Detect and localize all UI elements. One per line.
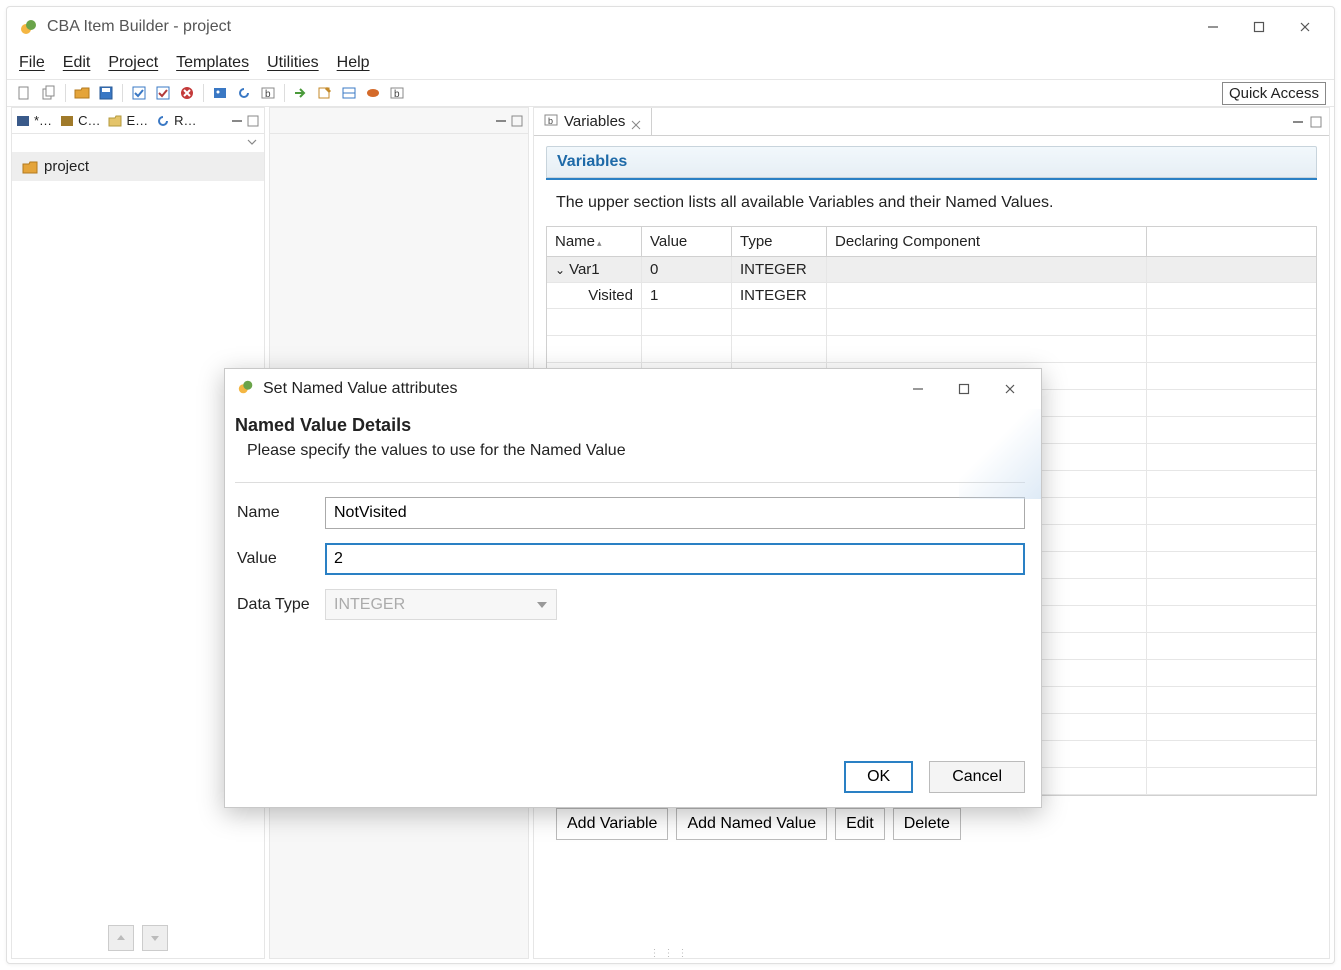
svg-text:b: b [548,116,553,126]
add-variable-button[interactable]: Add Variable [556,808,668,840]
toolbar-check2-icon[interactable] [153,83,173,103]
col-name[interactable]: Name▴ [547,227,642,256]
toolbar-var-b2-icon[interactable]: b [387,83,407,103]
window-title: CBA Item Builder - project [47,18,231,36]
table-row[interactable]: ⌄Var10INTEGER [547,257,1316,283]
menubar: File Edit Project Templates Utilities He… [7,47,1334,79]
dialog-icon [237,378,255,400]
col-type[interactable]: Type [732,227,827,256]
menu-utilities[interactable]: Utilities [267,54,319,72]
left-tabs: *… C… E… R… [12,108,264,134]
toolbar-error-icon[interactable] [177,83,197,103]
svg-text:b: b [265,89,271,100]
toolbar-edit-icon[interactable] [315,83,335,103]
name-input[interactable] [325,497,1025,529]
toolbar-copy-icon[interactable] [39,83,59,103]
label-name: Name [235,504,325,522]
app-icon [19,17,39,37]
section-header: Variables [546,146,1317,178]
nav-down-button[interactable] [142,925,168,951]
left-tab-1[interactable]: *… [12,108,56,133]
dialog-maximize-button[interactable] [941,373,987,405]
add-named-value-button[interactable]: Add Named Value [676,808,827,840]
toolbar: b b Quick Access [7,79,1334,107]
titlebar: CBA Item Builder - project [7,7,1334,47]
tree-item-project[interactable]: project [12,152,264,181]
toolbar-new-icon[interactable] [15,83,35,103]
value-input[interactable] [325,543,1025,575]
dialog-heading: Named Value Details [235,411,1025,442]
datatype-select: INTEGER [325,589,557,620]
menu-project[interactable]: Project [108,54,158,72]
view-menu-icon[interactable] [246,135,258,152]
col-value[interactable]: Value [642,227,732,256]
dialog-minimize-button[interactable] [895,373,941,405]
toolbar-open-icon[interactable] [72,83,92,103]
minimize-view-icon[interactable] [230,114,244,128]
maximize-view2-icon[interactable] [510,114,524,128]
named-value-dialog: Set Named Value attributes Named Value D… [224,368,1042,808]
toolbar-ellipse-icon[interactable] [363,83,383,103]
menu-file[interactable]: File [19,54,45,72]
maximize-button[interactable] [1236,11,1282,43]
col-empty [1147,227,1316,256]
section-description: The upper section lists all available Va… [546,180,1317,222]
dialog-subheading: Please specify the values to use for the… [235,442,1025,478]
variables-tab-icon: b [544,113,558,131]
minimize-view3-icon[interactable] [1291,115,1305,129]
menu-help[interactable]: Help [337,54,370,72]
cancel-button[interactable]: Cancel [929,761,1025,793]
svg-text:b: b [394,89,400,100]
toolbar-save-icon[interactable] [96,83,116,103]
label-datatype: Data Type [235,596,325,614]
left-tab-2[interactable]: C… [56,108,104,133]
tree-item-label: project [44,158,89,175]
left-tab-3[interactable]: E… [104,108,152,133]
delete-button[interactable]: Delete [893,808,961,840]
toolbar-refresh-icon[interactable] [234,83,254,103]
nav-up-button[interactable] [108,925,134,951]
close-tab-icon[interactable] [631,117,641,127]
dialog-close-button[interactable] [987,373,1033,405]
toolbar-split-icon[interactable] [339,83,359,103]
toolbar-image-icon[interactable] [210,83,230,103]
label-value: Value [235,550,325,568]
toolbar-check-icon[interactable] [129,83,149,103]
toolbar-var-b-icon[interactable]: b [258,83,278,103]
tab-label: Variables [564,113,625,130]
col-declaring-component[interactable]: Declaring Component [827,227,1147,256]
folder-icon [22,160,38,174]
close-button[interactable] [1282,11,1328,43]
quick-access-button[interactable]: Quick Access [1222,82,1326,105]
table-row [547,309,1316,336]
ok-button[interactable]: OK [844,761,913,793]
menu-templates[interactable]: Templates [176,54,249,72]
left-tab-4[interactable]: R… [152,108,200,133]
menu-edit[interactable]: Edit [63,54,91,72]
edit-button[interactable]: Edit [835,808,885,840]
table-row [547,336,1316,363]
maximize-view-icon[interactable] [246,114,260,128]
tab-variables[interactable]: b Variables [534,108,652,135]
minimize-view2-icon[interactable] [494,114,508,128]
maximize-view3-icon[interactable] [1309,115,1323,129]
toolbar-arrow-icon[interactable] [291,83,311,103]
minimize-button[interactable] [1190,11,1236,43]
table-row[interactable]: Visited1INTEGER [547,283,1316,309]
resize-handle[interactable]: ⋮⋮⋮ [650,948,692,959]
dialog-title: Set Named Value attributes [263,380,457,398]
